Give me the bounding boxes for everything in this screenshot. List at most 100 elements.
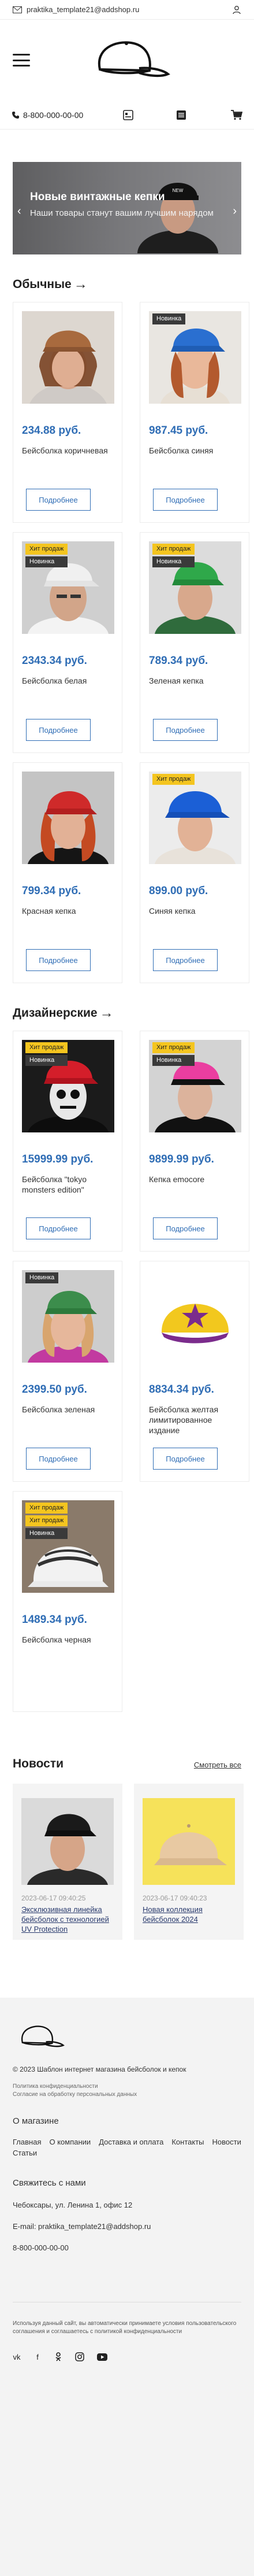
more-button[interactable]: Подробнее bbox=[153, 1448, 218, 1470]
news-see-all-link[interactable]: Смотреть все bbox=[194, 1761, 241, 1769]
footer-logo-cap-icon[interactable] bbox=[13, 2021, 241, 2055]
more-button[interactable]: Подробнее bbox=[153, 1217, 218, 1239]
footer-contact-heading: Свяжитесь с нами bbox=[13, 2178, 86, 2188]
product-name[interactable]: Бейсболка зеленая bbox=[22, 1404, 113, 1415]
banner-subtitle: Наши товары станут вашим лучшим нарядом bbox=[30, 208, 214, 218]
footer-email[interactable]: E-mail: praktika_template21@addshop.ru bbox=[13, 2222, 241, 2231]
list-icon[interactable] bbox=[176, 110, 186, 120]
more-button[interactable]: Подробнее bbox=[153, 489, 218, 511]
product-name[interactable]: Кепка emocore bbox=[149, 1174, 240, 1184]
product-image[interactable]: Новинка bbox=[149, 311, 241, 404]
section-designer-label[interactable]: Дизайнерские bbox=[13, 1006, 98, 1020]
product-card[interactable]: Хит продаж Новинка 789.34 руб. Зеленая ке… bbox=[140, 532, 249, 753]
product-image[interactable] bbox=[149, 1270, 241, 1363]
youtube-icon[interactable] bbox=[97, 2353, 107, 2361]
footer-link-articles[interactable]: Статьи bbox=[13, 2149, 37, 2157]
header-phone[interactable]: 8-800-000-00-00 bbox=[12, 110, 83, 120]
product-card[interactable]: Хит продаж Хит продаж Новинка 1489.34 руб.… bbox=[13, 1491, 122, 1712]
product-name[interactable]: Зеленая кепка bbox=[149, 676, 240, 686]
product-image[interactable]: Хит продаж Новинка bbox=[149, 541, 241, 634]
product-card[interactable]: 234.88 руб. Бейсболка коричневая Подробн… bbox=[13, 302, 122, 523]
product-name[interactable]: Бейсболка белая bbox=[22, 676, 113, 686]
vk-icon[interactable]: vk bbox=[13, 2353, 21, 2361]
product-card[interactable]: 799.34 руб. Красная кепка Подробнее bbox=[13, 762, 122, 983]
footer-link-delivery[interactable]: Доставка и оплата bbox=[99, 2138, 163, 2146]
product-card[interactable]: Хит продаж Новинка 2343.34 руб. Бейсболка… bbox=[13, 532, 122, 753]
product-name[interactable]: Бейсболка желтая лимитированное издание bbox=[149, 1404, 240, 1435]
more-button[interactable]: Подробнее bbox=[26, 489, 91, 511]
product-card[interactable]: Хит продаж 899.00 руб. Синяя кепка Подро… bbox=[140, 762, 249, 983]
more-button[interactable]: Подробнее bbox=[26, 1448, 91, 1470]
news-link[interactable]: Эксклюзивная линейка бейсболок с техноло… bbox=[21, 1905, 114, 1934]
news-image[interactable] bbox=[21, 1798, 114, 1885]
instagram-icon[interactable] bbox=[75, 2352, 84, 2361]
more-button[interactable]: Подробнее bbox=[26, 719, 91, 741]
badge-new: Новинка bbox=[152, 556, 195, 567]
facebook-icon[interactable]: f bbox=[33, 2353, 42, 2361]
product-card[interactable]: 8834.34 руб. Бейсболка желтая лимитирова… bbox=[140, 1261, 249, 1482]
banner-prev-arrow-icon[interactable]: ‹ bbox=[17, 205, 21, 218]
product-card[interactable]: Хит продаж Новинка 9899.99 руб. Кепка emo… bbox=[140, 1031, 249, 1252]
logo-cap-icon[interactable] bbox=[81, 34, 173, 86]
more-button[interactable]: Подробнее bbox=[153, 719, 218, 741]
more-button[interactable]: Подробнее bbox=[26, 949, 91, 971]
top-email-text[interactable]: praktika_template21@addshop.ru bbox=[27, 5, 139, 14]
section-regular-label[interactable]: Обычные bbox=[13, 278, 72, 291]
badge-hit: Хит продаж bbox=[25, 1515, 68, 1526]
footer-link-home[interactable]: Главная bbox=[13, 2138, 41, 2146]
news-header: Новости Смотреть все bbox=[13, 1757, 241, 1771]
badges: Хит продаж bbox=[152, 774, 195, 785]
section-designer-title[interactable]: Дизайнерские → bbox=[13, 1005, 241, 1021]
footer-link-news[interactable]: Новости bbox=[212, 2138, 241, 2146]
badge-hit: Хит продаж bbox=[152, 774, 195, 785]
footer-link-contacts[interactable]: Контакты bbox=[171, 2138, 204, 2146]
product-price: 789.34 руб. bbox=[149, 655, 208, 667]
product-name[interactable]: Красная кепка bbox=[22, 906, 113, 916]
badges: Хит продаж Хит продаж Новинка bbox=[25, 1503, 68, 1539]
product-name[interactable]: Бейсболка коричневая bbox=[22, 445, 113, 456]
product-image[interactable]: Хит продаж Новинка bbox=[22, 1040, 114, 1132]
badge-hit: Хит продаж bbox=[25, 1042, 68, 1053]
banner-next-arrow-icon[interactable]: › bbox=[233, 205, 237, 218]
product-image[interactable] bbox=[22, 772, 114, 864]
odnoklassniki-icon[interactable] bbox=[54, 2352, 62, 2361]
product-price: 1489.34 руб. bbox=[22, 1614, 87, 1626]
cart-icon[interactable] bbox=[231, 109, 242, 120]
arrow-right-icon[interactable]: → bbox=[100, 1005, 114, 1021]
section-regular-title[interactable]: Обычные → bbox=[13, 276, 241, 293]
phone-icon bbox=[12, 111, 20, 119]
product-image[interactable]: Хит продаж Хит продаж Новинка bbox=[22, 1500, 114, 1593]
product-card[interactable]: Новинка 2399.50 руб. Бейсболка зеленая П… bbox=[13, 1261, 122, 1482]
news-card[interactable]: 2023-06-17 09:40:25 Эксклюзивная линейка… bbox=[13, 1784, 122, 1940]
product-name[interactable]: Синяя кепка bbox=[149, 906, 240, 916]
footer-phone[interactable]: 8-800-000-00-00 bbox=[13, 2243, 241, 2252]
badge-hit: Хит продаж bbox=[25, 544, 68, 555]
product-card[interactable]: Хит продаж Новинка 15999.99 руб. Бейсболк… bbox=[13, 1031, 122, 1252]
promo-banner[interactable]: NEW ‹ › Новые винтажные кепки Наши товар… bbox=[13, 162, 241, 254]
arrow-right-icon[interactable]: → bbox=[74, 276, 88, 293]
product-image[interactable]: Хит продаж Новинка bbox=[22, 541, 114, 634]
news-card[interactable]: 2023-06-17 09:40:23 Новая коллекция бейс… bbox=[134, 1784, 244, 1940]
compare-icon[interactable] bbox=[123, 109, 133, 120]
product-name[interactable]: Бейсболка синяя bbox=[149, 445, 240, 456]
user-icon[interactable] bbox=[232, 5, 241, 14]
footer-link-company[interactable]: О компании bbox=[49, 2138, 91, 2146]
product-card[interactable]: Новинка 987.45 руб. Бейсболка синяя Подр… bbox=[140, 302, 249, 523]
news-image[interactable] bbox=[143, 1798, 235, 1885]
product-image[interactable] bbox=[22, 311, 114, 404]
more-button[interactable]: Подробнее bbox=[153, 949, 218, 971]
product-image[interactable]: Хит продаж bbox=[149, 772, 241, 864]
footer-socials: vk f bbox=[13, 2352, 241, 2361]
more-button[interactable]: Подробнее bbox=[26, 1217, 91, 1239]
badge-hit: Хит продаж bbox=[152, 1042, 195, 1053]
product-image[interactable]: Хит продаж Новинка bbox=[149, 1040, 241, 1132]
top-email-block[interactable]: praktika_template21@addshop.ru bbox=[13, 5, 139, 14]
header-phone-text[interactable]: 8-800-000-00-00 bbox=[23, 110, 83, 120]
product-image[interactable]: Новинка bbox=[22, 1270, 114, 1363]
menu-burger-icon[interactable] bbox=[13, 54, 30, 67]
footer-consent-link[interactable]: Согласие на обработку персональных данны… bbox=[13, 2091, 241, 2099]
product-name[interactable]: Бейсболка "tokyo monsters edition" bbox=[22, 1174, 113, 1195]
news-link[interactable]: Новая коллекция бейсболок 2024 bbox=[143, 1905, 235, 1924]
product-name[interactable]: Бейсболка черная bbox=[22, 1634, 113, 1645]
footer-privacy-link[interactable]: Политика конфиденциальности bbox=[13, 2083, 241, 2091]
